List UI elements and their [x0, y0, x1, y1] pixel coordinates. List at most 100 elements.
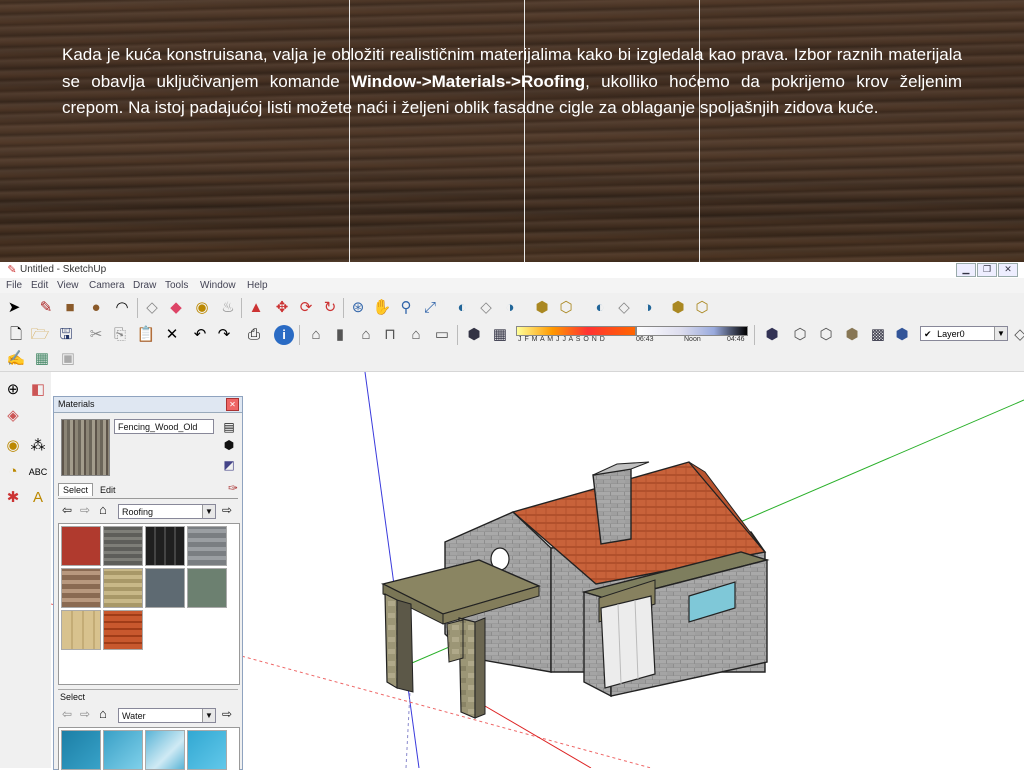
cut-icon[interactable]: ✂ [86, 325, 106, 345]
position-camera-icon[interactable]: ⊕ [3, 380, 23, 400]
follow-me-icon[interactable]: ↻ [320, 298, 340, 318]
xray-icon[interactable]: ⬢ [762, 325, 782, 345]
menu-help[interactable]: Help [247, 280, 268, 291]
material-swatch[interactable] [61, 610, 101, 650]
delete-icon[interactable]: ✕ [162, 325, 182, 345]
undo-icon[interactable]: ↶ [190, 325, 210, 345]
material-swatch[interactable] [61, 526, 101, 566]
zoom-icon[interactable]: ⚲ [396, 298, 416, 318]
print-icon[interactable]: ⎙ [244, 325, 264, 345]
next-view-icon[interactable]: ◇ [476, 298, 496, 318]
photo-texture-icon[interactable]: ◇ [614, 298, 634, 318]
chevron-down-icon[interactable]: ▼ [994, 327, 1007, 340]
arc-icon[interactable]: ◠ [112, 298, 132, 318]
material-name-field[interactable]: Fencing_Wood_Old [114, 419, 214, 434]
paste-icon[interactable]: 📋 [136, 325, 156, 345]
eyedropper-icon[interactable]: ✑ [228, 481, 238, 495]
material-swatch[interactable] [187, 568, 227, 608]
eraser-icon[interactable]: ◆ [166, 298, 186, 318]
material-swatch[interactable] [145, 526, 185, 566]
back-icon[interactable]: ⇦ [62, 503, 72, 517]
pencil-icon[interactable]: ✎ [36, 298, 56, 318]
protractor-icon[interactable]: ◔ [3, 462, 23, 482]
menu-camera[interactable]: Camera [89, 280, 125, 291]
make-component-icon[interactable]: ◇ [142, 298, 162, 318]
move-icon[interactable]: ✥ [272, 298, 292, 318]
library-dropdown-2[interactable]: Water ▼ [118, 708, 216, 723]
section-plane-icon[interactable]: ◧ [28, 380, 48, 400]
menu-view[interactable]: View [57, 280, 79, 291]
sandbox-icon[interactable]: ▦ [32, 349, 52, 369]
display-secondary-icon[interactable]: ▤ [219, 417, 239, 437]
smoove-icon[interactable]: ▣ [58, 349, 78, 369]
back-icon[interactable]: ⇦ [62, 707, 72, 721]
share-model-icon[interactable]: ⬢ [532, 298, 552, 318]
walk-icon[interactable]: ✍ [6, 349, 26, 369]
default-material-icon[interactable]: ◩ [219, 455, 239, 475]
layer-manager-icon[interactable]: ◇ [1010, 325, 1024, 345]
component-icon[interactable]: ⬡ [556, 298, 576, 318]
tab-edit[interactable]: Edit [96, 484, 120, 496]
monochrome-icon[interactable]: ⬢ [892, 325, 912, 345]
tab-select[interactable]: Select [58, 483, 94, 496]
section-fill-icon[interactable]: ◈ [3, 406, 23, 426]
model-info-icon[interactable]: i [274, 325, 294, 345]
get-models-icon[interactable]: ◑ [500, 298, 520, 318]
material-swatch[interactable] [103, 526, 143, 566]
menu-tools[interactable]: Tools [165, 280, 188, 291]
tape-icon[interactable]: ◉ [3, 436, 23, 456]
library-dropdown[interactable]: Roofing ▼ [118, 504, 216, 519]
warehouse-icon[interactable]: ◐ [590, 298, 610, 318]
forward-icon[interactable]: ⇨ [80, 707, 90, 721]
text-tool-icon[interactable]: ABC [28, 462, 48, 482]
menu-edit[interactable]: Edit [31, 280, 48, 291]
menu-draw[interactable]: Draw [133, 280, 156, 291]
layer-dropdown[interactable]: ✔ Layer0 ▼ [920, 326, 1008, 341]
home-icon[interactable]: ⌂ [99, 502, 107, 517]
menu-file[interactable]: File [6, 280, 22, 291]
redo-icon[interactable]: ↷ [214, 325, 234, 345]
shaded-texture-icon[interactable]: ▩ [868, 325, 888, 345]
save-icon[interactable]: 🖫 [56, 325, 76, 345]
material-swatch[interactable] [103, 730, 143, 770]
rotate-icon[interactable]: ⟳ [296, 298, 316, 318]
material-swatch[interactable] [61, 568, 101, 608]
shaded-icon[interactable]: ⬢ [842, 325, 862, 345]
earth-icon[interactable]: ◑ [638, 298, 658, 318]
3d-text-icon[interactable]: A [28, 488, 48, 508]
dimension-icon[interactable]: ⁂ [28, 436, 48, 456]
minimize-button[interactable]: ▁ [956, 263, 976, 277]
copy-icon[interactable]: ⎘ [110, 325, 130, 345]
chevron-down-icon[interactable]: ▼ [202, 505, 215, 518]
push-pull-icon[interactable]: ▲ [246, 298, 266, 318]
month-slider[interactable] [516, 326, 636, 336]
top-view-icon[interactable]: ▮ [330, 325, 350, 345]
menu-window[interactable]: Window [200, 280, 236, 291]
tape-measure-icon[interactable]: ◉ [192, 298, 212, 318]
pan-hand-icon[interactable]: ✋ [372, 298, 392, 318]
rectangle-icon[interactable]: ■ [60, 298, 80, 318]
left-view-icon[interactable]: ▭ [432, 325, 452, 345]
material-swatch[interactable] [61, 730, 101, 770]
circle-icon[interactable]: ● [86, 298, 106, 318]
details-arrow-icon[interactable]: ⇨ [222, 707, 232, 721]
material-swatch[interactable] [145, 730, 185, 770]
orbit-icon[interactable]: ⊛ [348, 298, 368, 318]
material-swatch[interactable] [145, 568, 185, 608]
create-material-icon[interactable]: ⬢ [219, 435, 239, 455]
new-file-icon[interactable]: 🗋 [6, 325, 26, 345]
material-swatch[interactable] [187, 730, 227, 770]
time-slider[interactable] [636, 326, 748, 336]
iso-view-icon[interactable]: ⌂ [306, 325, 326, 345]
paint-bucket-icon[interactable]: ♨ [218, 298, 238, 318]
axes-icon[interactable]: ✱ [3, 488, 23, 508]
material-swatch[interactable] [103, 568, 143, 608]
select-arrow-icon[interactable]: ➤ [4, 298, 24, 318]
restore-button[interactable]: ❐ [977, 263, 997, 277]
front-view-icon[interactable]: ⌂ [356, 325, 376, 345]
upload-icon[interactable]: ⬢ [668, 298, 688, 318]
material-swatch[interactable] [103, 610, 143, 650]
download-icon[interactable]: ⬡ [692, 298, 712, 318]
open-folder-icon[interactable]: 🗁 [30, 325, 50, 345]
shadows-toggle-icon[interactable]: ▦ [490, 325, 510, 345]
